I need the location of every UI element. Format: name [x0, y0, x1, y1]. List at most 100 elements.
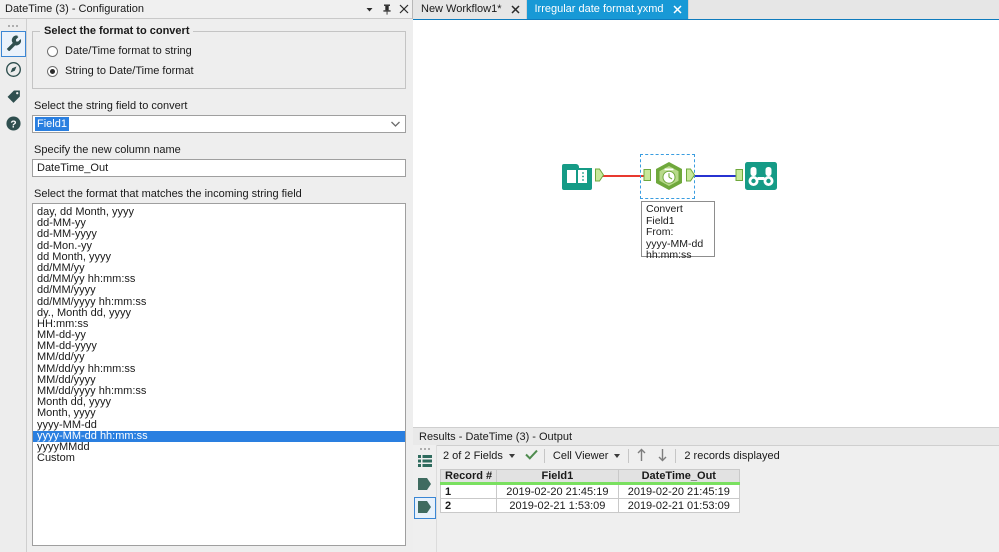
format-list-item[interactable]: MM-dd-yyyy [33, 341, 405, 352]
tab-close-icon[interactable] [510, 4, 520, 14]
chevron-down-icon [508, 454, 515, 458]
toolbar-separator-2 [628, 449, 630, 463]
format-list-item[interactable]: HH:mm:ss [33, 319, 405, 330]
results-grid[interactable]: Record # Field1 DateTime_Out 1 2019-02-20 21… [439, 469, 741, 513]
config-body: Select the format to convert Date/Time f… [28, 19, 413, 552]
help-icon: ? [5, 115, 22, 135]
format-list-item[interactable]: dd-MM-yyyy [33, 229, 405, 240]
results-rail-grip [413, 445, 436, 450]
format-list-item[interactable]: yyyyMMdd [33, 442, 405, 453]
input-tool-output-anchor[interactable] [595, 168, 605, 182]
datetime-tool[interactable] [651, 158, 687, 194]
workflow-canvas[interactable]: Convert Field1 From: yyyy-MM-dd hh:mm:ss [413, 20, 999, 428]
table-cell[interactable]: 2019-02-20 21:45:19 [496, 484, 619, 499]
format-list-item[interactable]: dd/MM/yy hh:mm:ss [33, 274, 405, 285]
radio-string-to-datetime-label: String to Date/Time format [65, 65, 194, 77]
config-titlebar-buttons [364, 0, 409, 18]
sidebar-item-configuration[interactable] [0, 31, 26, 57]
format-list-item[interactable]: dd Month, yyyy [33, 252, 405, 263]
fields-selector[interactable]: 2 of 2 Fields [437, 445, 521, 467]
radio-string-to-datetime[interactable]: String to Date/Time format [47, 65, 397, 77]
column-header[interactable]: Record # [439, 469, 498, 485]
string-field-select[interactable]: Field1 [32, 115, 406, 133]
format-list-item[interactable]: dd-MM-yy [33, 218, 405, 229]
format-list-item[interactable]: Month dd, yyyy [33, 397, 405, 408]
table-cell[interactable]: 2019-02-20 21:45:19 [617, 484, 741, 499]
results-item-output-anchor[interactable] [413, 497, 436, 519]
new-column-input[interactable]: DateTime_Out [32, 159, 406, 177]
record-number-cell[interactable]: 2 [439, 498, 498, 513]
fields-selector-label: 2 of 2 Fields [443, 450, 503, 462]
column-header[interactable]: DateTime_Out [617, 469, 741, 485]
browse-tool[interactable] [743, 158, 779, 194]
format-list-item[interactable]: MM/dd/yyyy [33, 375, 405, 386]
table-row[interactable]: 2 2019-02-21 1:53:09 2019-02-21 01:53:09 [439, 498, 741, 513]
results-table: Record # Field1 DateTime_Out 1 2019-02-20 21… [439, 469, 741, 513]
format-list-item[interactable]: dy., Month dd, yyyy [33, 308, 405, 319]
config-icon-rail: ? [0, 19, 27, 552]
results-icon-rail [413, 445, 437, 552]
radio-string-to-datetime-indicator [47, 65, 58, 77]
format-list-item[interactable]: dd/MM/yyyy hh:mm:ss [33, 297, 405, 308]
format-list-item[interactable]: Custom [33, 453, 405, 464]
configuration-panel: DateTime (3) - Configuration ? Select th… [0, 0, 413, 552]
results-panel: Results - DateTime (3) - Output 2 of 2 F… [413, 428, 999, 552]
config-panel-title: DateTime (3) - Configuration [5, 3, 144, 15]
format-list-item[interactable]: MM/dd/yyyy hh:mm:ss [33, 386, 405, 397]
alteryx-designer-window: DateTime (3) - Configuration ? Select th… [0, 0, 999, 552]
column-type-bar [617, 482, 740, 485]
sidebar-item-help[interactable]: ? [1, 112, 26, 138]
format-list-item[interactable]: day, dd Month, yyyy [33, 207, 405, 218]
table-cell[interactable]: 2019-02-21 1:53:09 [496, 498, 619, 513]
column-header[interactable]: Field1 [496, 469, 619, 485]
format-list-item[interactable]: MM/dd/yy hh:mm:ss [33, 364, 405, 375]
config-titlebar: DateTime (3) - Configuration [0, 0, 412, 19]
results-item-list-view[interactable] [414, 451, 436, 473]
format-list-item[interactable]: dd/MM/yy [33, 263, 405, 274]
format-list-item[interactable]: MM/dd/yy [33, 352, 405, 363]
sidebar-item-annotation[interactable] [1, 58, 26, 84]
pin-icon[interactable] [381, 2, 392, 16]
results-item-input-anchor[interactable] [414, 474, 436, 496]
check-icon [525, 449, 538, 463]
tag-icon [5, 88, 22, 108]
table-row[interactable]: 1 2019-02-20 21:45:19 2019-02-20 21:45:19 [439, 484, 741, 499]
wrench-icon [5, 34, 22, 54]
compass-icon [5, 61, 22, 81]
sort-ascending-button[interactable] [631, 445, 652, 467]
input-data-tool[interactable] [560, 158, 596, 194]
dropdown-icon[interactable] [364, 2, 375, 16]
radio-datetime-to-string[interactable]: Date/Time format to string [47, 45, 397, 57]
workspace-area: New Workflow1* Irregular date format.yxm… [413, 0, 999, 552]
close-icon[interactable] [398, 2, 409, 16]
cell-viewer-selector[interactable]: Cell Viewer [547, 445, 626, 467]
tab-irregular-date-format-label: Irregular date format.yxmd [534, 3, 664, 15]
sort-descending-button[interactable] [652, 445, 673, 467]
column-header-label: DateTime_Out [641, 470, 716, 482]
column-type-bar [440, 482, 498, 485]
format-list-item[interactable]: yyyy-MM-dd hh:mm:ss [33, 430, 405, 442]
tab-irregular-date-format[interactable]: Irregular date format.yxmd [526, 0, 689, 19]
radio-datetime-to-string-indicator [47, 45, 58, 57]
tab-new-workflow1[interactable]: New Workflow1* [413, 0, 527, 19]
records-displayed-label-wrap: 2 records displayed [678, 445, 785, 467]
list-view-icon [417, 453, 433, 472]
format-list-item[interactable]: dd/MM/yyyy [33, 285, 405, 296]
datetime-tool-output-anchor[interactable] [686, 168, 696, 182]
sidebar-item-tags[interactable] [1, 85, 26, 111]
svg-text:?: ? [10, 119, 16, 130]
tab-close-icon-active[interactable] [672, 4, 682, 14]
record-number-cell[interactable]: 1 [439, 484, 498, 499]
chevron-down-icon [390, 116, 401, 132]
output-anchor-icon [417, 500, 433, 517]
format-list-item[interactable]: MM-dd-yy [33, 330, 405, 341]
format-list-item[interactable]: dd-Mon.-yy [33, 241, 405, 252]
column-header-label: Record # [445, 470, 493, 482]
format-list-item[interactable]: Month, yyyy [33, 408, 405, 419]
format-direction-group: Select the format to convert Date/Time f… [32, 25, 406, 89]
input-anchor-icon [417, 477, 433, 494]
format-listbox[interactable]: day, dd Month, yyyy dd-MM-yy dd-MM-yyyy dd-… [32, 203, 406, 546]
table-cell[interactable]: 2019-02-21 01:53:09 [617, 498, 741, 513]
fields-apply-button[interactable] [521, 445, 542, 467]
format-list-item[interactable]: yyyy-MM-dd [33, 420, 405, 431]
